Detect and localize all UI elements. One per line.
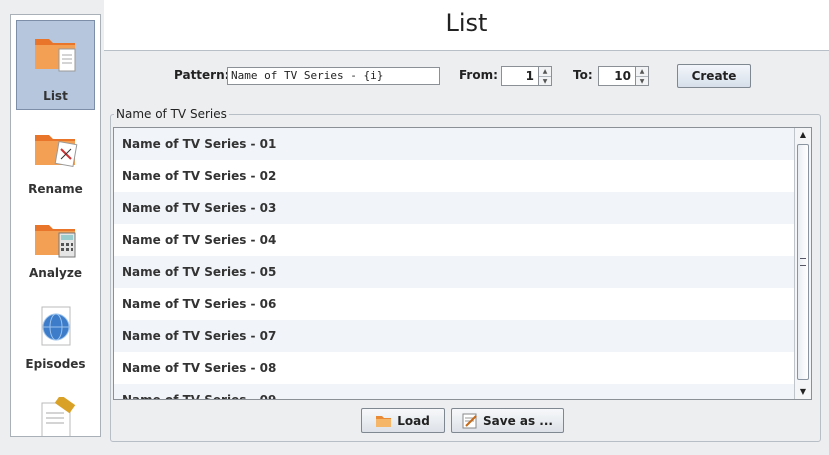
list-item[interactable]: Name of TV Series - 03 xyxy=(114,192,795,224)
scrollbar-thumb[interactable] xyxy=(797,144,809,380)
folder-list-icon xyxy=(34,39,75,72)
sidebar-item-analyze[interactable]: Analyze xyxy=(16,215,95,295)
page-title: List xyxy=(445,9,488,37)
sidebar-item-rename[interactable]: Rename xyxy=(16,123,95,203)
folder-rename-icon xyxy=(34,135,77,167)
film-document-icon xyxy=(41,397,75,436)
pattern-label: Pattern: xyxy=(174,68,230,82)
header: List xyxy=(104,0,829,51)
from-label: From: xyxy=(459,68,498,82)
scroll-up-icon[interactable]: ▲ xyxy=(797,129,809,141)
list-item[interactable]: Name of TV Series - 06 xyxy=(114,288,795,320)
sidebar-item-list[interactable]: List xyxy=(16,20,95,110)
list-item[interactable]: Name of TV Series - 08 xyxy=(114,352,795,384)
from-spinner-buttons[interactable]: ▲ ▼ xyxy=(538,66,552,86)
group-title: Name of TV Series xyxy=(114,107,229,121)
save-document-icon xyxy=(462,413,478,429)
grip-icon xyxy=(800,258,806,266)
sidebar-item-label: Episodes xyxy=(25,357,86,371)
sidebar: List Rename Analyze Episodes xyxy=(10,14,101,437)
sidebar-item-episodes[interactable]: Episodes xyxy=(16,305,95,385)
from-spinner-input[interactable]: 1 xyxy=(501,66,539,86)
create-button-label: Create xyxy=(691,69,737,83)
list-item[interactable]: Name of TV Series - 04 xyxy=(114,224,795,256)
list-item[interactable]: Name of TV Series - 05 xyxy=(114,256,795,288)
spinner-up-icon[interactable]: ▲ xyxy=(539,67,551,76)
sidebar-item-label: Rename xyxy=(28,182,83,196)
list-item[interactable]: Name of TV Series - 09 xyxy=(114,384,795,399)
sidebar-item-label: List xyxy=(43,89,68,103)
to-label: To: xyxy=(573,68,593,82)
to-spinner-input[interactable]: 10 xyxy=(598,66,636,86)
spinner-up-icon[interactable]: ▲ xyxy=(636,67,648,76)
save-as-button-label: Save as ... xyxy=(483,413,553,428)
sidebar-item-label: Analyze xyxy=(29,266,82,280)
load-button[interactable]: Load xyxy=(361,408,445,433)
create-button[interactable]: Create xyxy=(677,64,751,88)
spinner-down-icon[interactable]: ▼ xyxy=(539,76,551,86)
vertical-scrollbar[interactable]: ▲ ▼ xyxy=(794,128,811,399)
pattern-input[interactable]: Name of TV Series - {i} xyxy=(227,67,440,85)
folder-calculator-icon xyxy=(34,225,75,258)
globe-document-icon xyxy=(41,306,70,346)
scroll-down-icon[interactable]: ▼ xyxy=(797,386,809,398)
sidebar-item-subtitles[interactable] xyxy=(16,395,95,436)
list-item[interactable]: Name of TV Series - 01 xyxy=(114,128,795,160)
folder-open-icon xyxy=(376,415,392,427)
list-item[interactable]: Name of TV Series - 07 xyxy=(114,320,795,352)
save-as-button[interactable]: Save as ... xyxy=(451,408,564,433)
to-spinner-buttons[interactable]: ▲ ▼ xyxy=(635,66,649,86)
series-list[interactable]: Name of TV Series - 01 Name of TV Series… xyxy=(113,127,812,400)
spinner-down-icon[interactable]: ▼ xyxy=(636,76,648,86)
load-button-label: Load xyxy=(397,413,430,428)
list-item[interactable]: Name of TV Series - 02 xyxy=(114,160,795,192)
